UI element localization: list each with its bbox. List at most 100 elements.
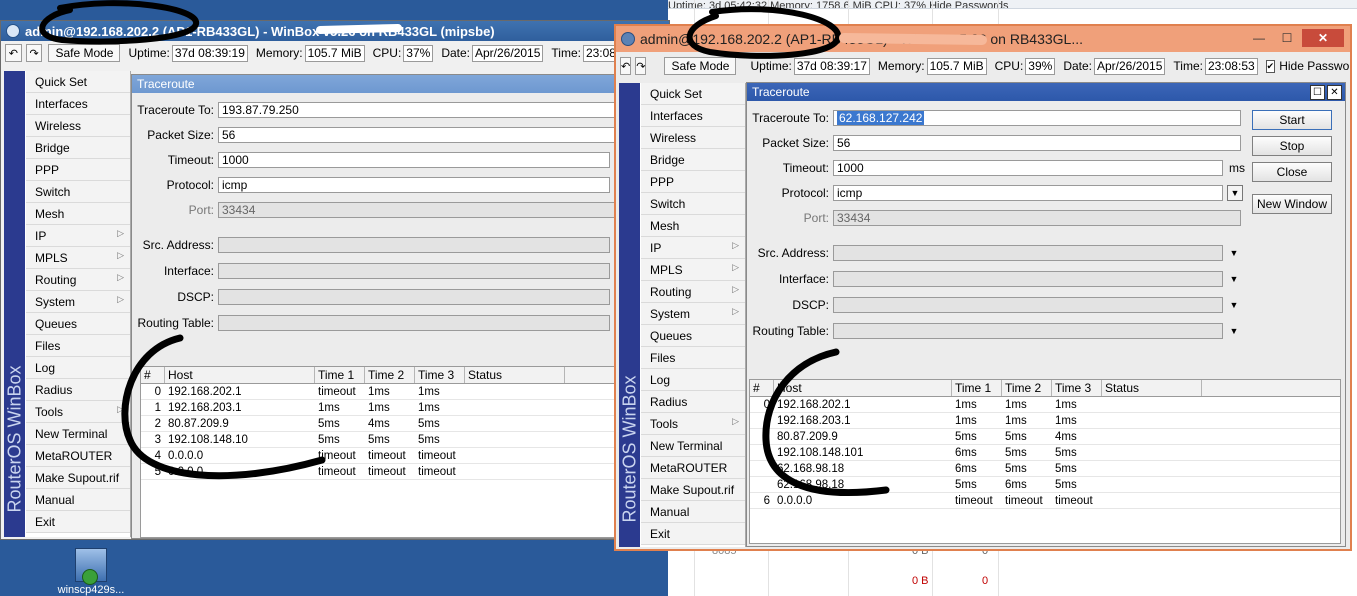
sidebar-item-radius[interactable]: Radius [641, 391, 745, 413]
column-header[interactable]: Time 1 [315, 367, 365, 383]
sidebar-item-bridge[interactable]: Bridge [26, 137, 130, 159]
column-header[interactable]: Time 3 [415, 367, 465, 383]
sidebar-item-quick-set[interactable]: Quick Set [26, 71, 130, 93]
traceroute-to-input[interactable]: 62.168.127.242 [833, 110, 1241, 126]
table-row[interactable]: 0 192.168.202.1 1ms 1ms 1ms [750, 397, 1340, 413]
undo-icon[interactable]: ↶ [620, 57, 632, 75]
safe-mode-button[interactable]: Safe Mode [48, 44, 121, 62]
table-row[interactable]: 62.168.98.18 5ms 6ms 5ms [750, 477, 1340, 493]
column-header[interactable]: Status [465, 367, 565, 383]
close-button[interactable]: Close [1252, 162, 1332, 182]
dialog-title-bar[interactable]: Traceroute ☐ ✕ [747, 83, 1345, 101]
routing-table-dropdown-icon[interactable]: ▼ [1227, 324, 1241, 338]
column-header[interactable]: # [141, 367, 165, 383]
protocol-dropdown-icon[interactable]: ▼ [1227, 185, 1243, 201]
sidebar-item-mpls[interactable]: MPLS ▷ [641, 259, 745, 281]
interface-dropdown-icon[interactable]: ▼ [1227, 272, 1241, 286]
dscp-dropdown-icon[interactable]: ▼ [1227, 298, 1241, 312]
table-row[interactable]: 4 0.0.0.0 timeout timeout timeout [141, 448, 669, 464]
sidebar-item-ip[interactable]: IP ▷ [641, 237, 745, 259]
src-address-dropdown-icon[interactable]: ▼ [1227, 246, 1241, 260]
column-header[interactable]: Host [165, 367, 315, 383]
table-row[interactable]: 5 0.0.0.0 timeout timeout timeout [141, 464, 669, 480]
stop-button[interactable]: Stop [1252, 136, 1332, 156]
table-row[interactable]: 2 80.87.209.9 5ms 4ms 5ms [141, 416, 669, 432]
sidebar-item-queues[interactable]: Queues [26, 313, 130, 335]
sidebar-item-interfaces[interactable]: Interfaces [26, 93, 130, 115]
column-header[interactable]: # [750, 380, 774, 396]
hide-passwords-checkbox[interactable]: ✔ [1265, 59, 1276, 73]
sidebar-item-log[interactable]: Log [641, 369, 745, 391]
new-window-button[interactable]: New Window [1252, 194, 1332, 214]
timeout-input[interactable]: 1000 [218, 152, 610, 168]
sidebar-item-wireless[interactable]: Wireless [26, 115, 130, 137]
src-address-select[interactable] [833, 245, 1223, 261]
traceroute-to-input[interactable]: 193.87.79.250 [218, 102, 618, 118]
sidebar-item-log[interactable]: Log [26, 357, 130, 379]
sidebar-item-quick-set[interactable]: Quick Set [641, 83, 745, 105]
sidebar-item-routing[interactable]: Routing ▷ [641, 281, 745, 303]
close-icon[interactable]: ✕ [1302, 29, 1344, 47]
timeout-input[interactable]: 1000 [833, 160, 1223, 176]
sidebar-item-switch[interactable]: Switch [641, 193, 745, 215]
sidebar-item-exit[interactable]: Exit [641, 523, 745, 545]
window-title-bar[interactable]: admin@192.168.202.2 (AP1-RB433GL) - WinB… [1, 21, 669, 41]
sidebar-item-wireless[interactable]: Wireless [641, 127, 745, 149]
sidebar-item-tools[interactable]: Tools ▷ [641, 413, 745, 435]
start-button[interactable]: Start [1252, 110, 1332, 130]
sidebar-item-queues[interactable]: Queues [641, 325, 745, 347]
sidebar-item-routing[interactable]: Routing ▷ [26, 269, 130, 291]
sidebar-item-exit[interactable]: Exit [26, 511, 130, 533]
dialog-title-bar[interactable]: Traceroute [132, 75, 669, 93]
table-row[interactable]: 80.87.209.9 5ms 5ms 4ms [750, 429, 1340, 445]
sidebar-item-system[interactable]: System ▷ [26, 291, 130, 313]
column-header[interactable]: Time 2 [1002, 380, 1052, 396]
undo-icon[interactable]: ↶ [5, 44, 22, 62]
minimize-icon[interactable]: — [1246, 29, 1272, 47]
routing-table-select[interactable] [833, 323, 1223, 339]
interface-select[interactable] [833, 271, 1223, 287]
maximize-icon[interactable]: ☐ [1274, 29, 1300, 47]
dscp-select[interactable] [218, 289, 610, 305]
column-header[interactable]: Time 1 [952, 380, 1002, 396]
sidebar-item-metarouter[interactable]: MetaROUTER [26, 445, 130, 467]
sidebar-item-manual[interactable]: Manual [641, 501, 745, 523]
table-row[interactable]: 1 192.168.203.1 1ms 1ms 1ms [141, 400, 669, 416]
sidebar-item-ppp[interactable]: PPP [26, 159, 130, 181]
table-row[interactable]: 6 0.0.0.0 timeout timeout timeout [750, 493, 1340, 509]
dialog-close-icon[interactable]: ✕ [1327, 85, 1342, 100]
sidebar-item-make-supout-rif[interactable]: Make Supout.rif [26, 467, 130, 489]
sidebar-item-tools[interactable]: Tools ▷ [26, 401, 130, 423]
table-row[interactable]: 62.168.98.18 6ms 5ms 5ms [750, 461, 1340, 477]
safe-mode-button[interactable]: Safe Mode [664, 57, 737, 75]
sidebar-item-mpls[interactable]: MPLS ▷ [26, 247, 130, 269]
sidebar-item-mesh[interactable]: Mesh [26, 203, 130, 225]
sidebar-item-bridge[interactable]: Bridge [641, 149, 745, 171]
redo-icon[interactable]: ↷ [25, 44, 43, 62]
window-title-bar[interactable]: admin@192.168.202.2 (AP1-RB433GL) - WinB… [616, 26, 1350, 52]
sidebar-item-files[interactable]: Files [26, 335, 130, 357]
table-row[interactable]: 0 192.168.202.1 timeout 1ms 1ms [141, 384, 669, 400]
sidebar-item-system[interactable]: System ▷ [641, 303, 745, 325]
sidebar-item-metarouter[interactable]: MetaROUTER [641, 457, 745, 479]
packet-size-input[interactable]: 56 [218, 127, 618, 143]
sidebar-item-make-supout-rif[interactable]: Make Supout.rif [641, 479, 745, 501]
redo-icon[interactable]: ↷ [635, 57, 647, 75]
protocol-select[interactable]: icmp [218, 177, 610, 193]
sidebar-item-interfaces[interactable]: Interfaces [641, 105, 745, 127]
sidebar-item-new-terminal[interactable]: New Terminal [26, 423, 130, 445]
packet-size-input[interactable]: 56 [833, 135, 1241, 151]
protocol-select[interactable]: icmp [833, 185, 1223, 201]
sidebar-item-ip[interactable]: IP ▷ [26, 225, 130, 247]
sidebar-item-mesh[interactable]: Mesh [641, 215, 745, 237]
interface-select[interactable] [218, 263, 610, 279]
column-header[interactable]: Status [1102, 380, 1202, 396]
routing-table-select[interactable] [218, 315, 610, 331]
sidebar-item-files[interactable]: Files [641, 347, 745, 369]
dialog-restore-icon[interactable]: ☐ [1310, 85, 1325, 100]
column-header[interactable]: Host [774, 380, 952, 396]
sidebar-item-ppp[interactable]: PPP [641, 171, 745, 193]
column-header[interactable]: Time 2 [365, 367, 415, 383]
src-address-select[interactable] [218, 237, 610, 253]
desktop-shortcut-winscp[interactable]: winscp429s... [52, 548, 130, 596]
